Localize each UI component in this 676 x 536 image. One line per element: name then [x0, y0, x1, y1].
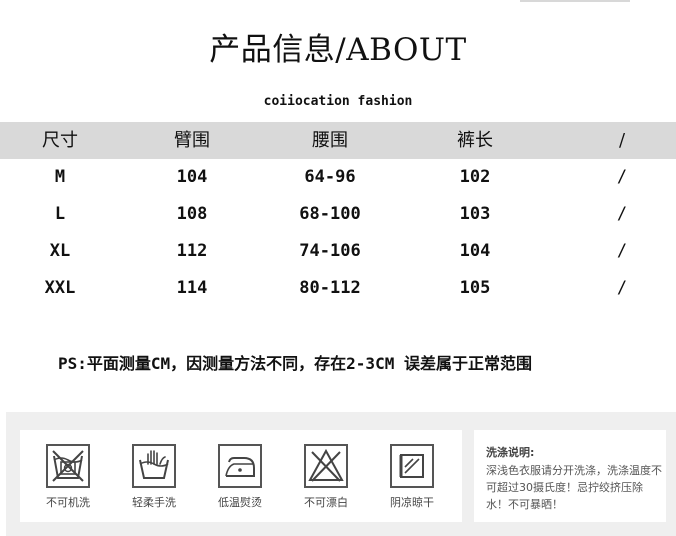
size-cell: XXL [44, 278, 76, 298]
length-cell: 105 [459, 278, 491, 298]
table-row: XXL 114 80-112 105 / [0, 270, 676, 307]
extra-cell: / [616, 278, 628, 298]
table-row: M 104 64-96 102 / [0, 159, 676, 196]
care-label: 不可机洗 [46, 496, 90, 509]
low-temp-iron-icon [218, 444, 262, 488]
waist-cell: 74-106 [299, 241, 361, 261]
waist-cell: 68-100 [299, 204, 361, 224]
size-table: 尺寸 臂围 腰围 裤长 / M 104 64-96 102 / L 108 68… [0, 122, 676, 307]
size-cell: XL [49, 241, 71, 261]
length-cell: 104 [459, 241, 491, 261]
extra-cell: / [616, 167, 628, 187]
column-header-extra: / [618, 130, 626, 151]
arm-cell: 108 [176, 204, 208, 224]
extra-cell: / [616, 241, 628, 261]
care-section: 不可机洗 轻柔手洗 低温熨烫 不可漂白 阴凉晾干 洗涤说明: 深浅色衣服请分开洗… [6, 412, 676, 536]
care-instructions-title: 洗涤说明: [486, 446, 535, 459]
care-label: 轻柔手洗 [132, 496, 176, 509]
measurement-note: PS:平面测量CM，因测量方法不同，存在2-3CM 误差属于正常范围 [58, 354, 532, 373]
column-header-waist: 腰围 [312, 130, 348, 151]
top-divider [520, 0, 630, 2]
care-label: 低温熨烫 [218, 496, 262, 509]
arm-cell: 104 [176, 167, 208, 187]
waist-cell: 80-112 [299, 278, 361, 298]
table-row: XL 112 74-106 104 / [0, 233, 676, 270]
page-title: 产品信息/ABOUT [209, 32, 467, 68]
care-icons-panel: 不可机洗 轻柔手洗 低温熨烫 不可漂白 阴凉晾干 [20, 430, 462, 522]
shade-dry-icon [390, 444, 434, 488]
no-bleach-icon [304, 444, 348, 488]
care-instructions-text: 深浅色衣服请分开洗涤，洗涤温度不可超过30摄氏度！忌拧绞挤压除水！不可暴晒！ [486, 464, 662, 511]
arm-cell: 114 [176, 278, 208, 298]
no-machine-wash-icon [46, 444, 90, 488]
length-cell: 103 [459, 204, 491, 224]
care-label: 阴凉晾干 [390, 496, 434, 509]
length-cell: 102 [459, 167, 491, 187]
column-header-arm: 臂围 [174, 130, 210, 151]
care-item: 阴凉晾干 [372, 444, 452, 510]
size-cell: L [54, 204, 66, 224]
arm-cell: 112 [176, 241, 208, 261]
gentle-hand-wash-icon [132, 444, 176, 488]
care-label: 不可漂白 [304, 496, 348, 509]
column-header-length: 裤长 [457, 130, 493, 151]
care-item: 轻柔手洗 [114, 444, 194, 510]
extra-cell: / [616, 204, 628, 224]
waist-cell: 64-96 [304, 167, 356, 187]
care-instructions-panel: 洗涤说明: 深浅色衣服请分开洗涤，洗涤温度不可超过30摄氏度！忌拧绞挤压除水！不… [474, 430, 666, 522]
table-row: L 108 68-100 103 / [0, 196, 676, 233]
care-item: 不可漂白 [286, 444, 366, 510]
care-item: 低温熨烫 [200, 444, 280, 510]
care-item: 不可机洗 [28, 444, 108, 510]
size-cell: M [54, 167, 66, 187]
brand-subtitle: coiiocation fashion [263, 94, 413, 109]
column-header-size: 尺寸 [42, 130, 78, 151]
table-header-row: 尺寸 臂围 腰围 裤长 / [0, 122, 676, 159]
